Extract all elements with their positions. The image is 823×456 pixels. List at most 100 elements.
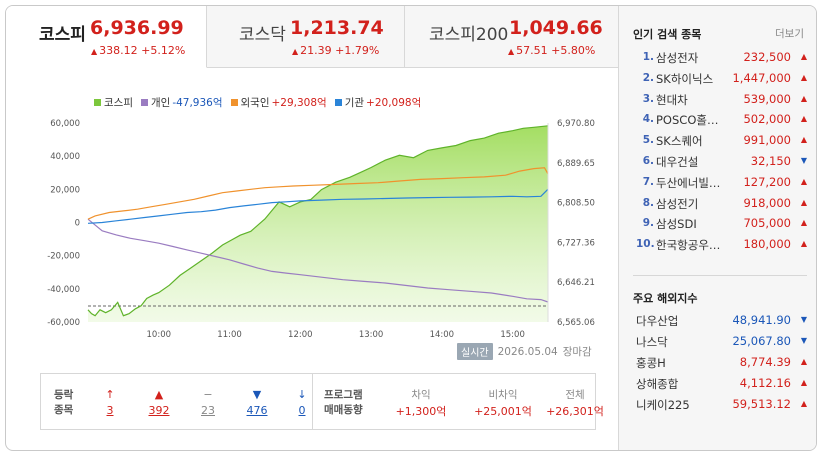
legend-kospi[interactable]: 코스피 [94, 95, 133, 110]
side-panel: 인기 검색 종목 더보기 1. 삼성전자 232,500 ▲ 2. SK하이닉스 1,447… [618, 6, 816, 450]
intl-index-item[interactable]: 니케이225 59,513.12 ▲ [634, 395, 809, 416]
index-price: 25,067.80 [732, 334, 791, 348]
right-axis-tick-label: 6,970.80 [557, 119, 595, 129]
popular-item[interactable]: 6. 대우건설 32,150 ▼ [634, 152, 809, 173]
legend-value: +20,098억 [366, 97, 422, 109]
intl-list: 다우산업 48,941.90 ▼ 나스닥 25,067.80 ▼ 홍콩H 8,774.39 ▲ 상… [634, 311, 809, 416]
program-col-value: +26,301억 [546, 405, 604, 418]
advance-count-link[interactable]: 476 [242, 402, 272, 420]
x-axis-tick-label: 10:00 [147, 330, 172, 340]
program-col-value: +25,001억 [474, 405, 532, 418]
left-axis-tick-label: 40,000 [50, 152, 80, 162]
left-axis-tick-label: -40,000 [47, 285, 80, 295]
tab-change-text: 57.51 +5.80% [516, 44, 596, 57]
stock-price: 1,447,000 [732, 70, 791, 85]
advance-arrow-icon: ▼ [252, 388, 262, 401]
index-tabs: 코스피 6,936.99 ▲ 338.12 +5.12% 코스닥 1,213.74… [6, 6, 618, 68]
stock-name: 삼성전자 [656, 51, 699, 65]
up-triangle-icon: ▲ [800, 114, 807, 124]
legend-foreign[interactable]: 외국인 +29,308억 [230, 95, 327, 110]
x-axis-tick-label: 11:00 [217, 330, 242, 340]
stock-name: 두산에너빌… [656, 175, 721, 190]
advance-arrow-icon: ▲ [154, 388, 164, 401]
rank-number: 8. [642, 196, 654, 209]
rank-number: 3. [642, 92, 654, 105]
left-axis-tick-label: -60,000 [47, 318, 80, 328]
index-name: 홍콩H [636, 356, 666, 370]
right-axis-tick-label: 6,727.36 [557, 238, 595, 248]
legend-value: +29,308억 [271, 97, 327, 109]
popular-item[interactable]: 7. 두산에너빌… 127,200 ▲ [634, 173, 809, 194]
stock-price: 502,000 [743, 112, 791, 127]
tab-name: 코스피200 [429, 25, 509, 45]
intraday-chart[interactable]: 60,000 40,000 20,000 0 -20,000 -40,000 -60,000… [6, 110, 618, 342]
stock-name: 한국항공우… [656, 238, 721, 253]
legend-swatch [334, 99, 342, 106]
right-axis-tick-label: 6,889.65 [557, 159, 595, 169]
advance-col: ▼ 476 [242, 387, 272, 420]
tab-kospi[interactable]: 코스피 6,936.99 ▲ 338.12 +5.12% [6, 6, 207, 68]
advance-count-link[interactable]: 3 [95, 402, 125, 420]
index-price: 8,774.39 [739, 355, 791, 369]
intl-index-item[interactable]: 다우산업 48,941.90 ▼ [634, 311, 809, 332]
intl-index-item[interactable]: 나스닥 25,067.80 ▼ [634, 332, 809, 353]
x-axis-tick-label: 14:00 [430, 330, 455, 340]
advance-col: ▲ 392 [144, 387, 174, 420]
popular-item[interactable]: 9. 삼성SDI 705,000 ▲ [634, 214, 809, 235]
tab-change-text: 338.12 +5.12% [99, 44, 186, 57]
rank-number: 2. [642, 71, 654, 84]
stock-price: 705,000 [743, 216, 791, 231]
popular-item[interactable]: 3. 현대차 539,000 ▲ [634, 90, 809, 111]
popular-item[interactable]: 10. 한국항공우… 180,000 ▲ [634, 235, 809, 256]
live-badge[interactable]: 실시간 [457, 343, 493, 360]
advance-count-link[interactable]: 23 [193, 402, 223, 420]
up-triangle-icon: ▲ [292, 47, 299, 56]
program-label-line1: 프로그램 [324, 389, 363, 401]
stock-name: 현대차 [656, 92, 688, 107]
intl-index-item[interactable]: 상해종합 4,112.16 ▲ [634, 374, 809, 395]
right-axis-tick-label: 6,646.21 [557, 278, 595, 288]
tab-kosdaq[interactable]: 코스닥 1,213.74 ▲ 21.39 +1.79% [207, 6, 405, 68]
legend-swatch [140, 99, 148, 106]
legend-value: -47,936억 [172, 97, 223, 109]
program-col-value: +1,300억 [395, 405, 447, 418]
advance-label: 등락 종목 [54, 388, 73, 418]
rank-number: 6. [642, 154, 654, 167]
legend-swatch [94, 99, 101, 106]
legend-swatch [230, 99, 238, 106]
stock-name: 삼성SDI [656, 217, 697, 232]
tab-kospi200[interactable]: 코스피200 1,049.66 ▲ 57.51 +5.80% [405, 6, 618, 68]
legend-label: 개인 [150, 97, 171, 109]
popular-item[interactable]: 8. 삼성전기 918,000 ▲ [634, 194, 809, 215]
popular-item[interactable]: 4. POSCO홀… 502,000 ▲ [634, 110, 809, 131]
intl-index-item[interactable]: 홍콩H 8,774.39 ▲ [634, 353, 809, 374]
x-axis-tick-label: 15:00 [500, 330, 525, 340]
rank-number: 7. [642, 175, 654, 188]
popular-item[interactable]: 5. SK스퀘어 991,000 ▲ [634, 131, 809, 152]
popular-list: 1. 삼성전자 232,500 ▲ 2. SK하이닉스 1,447,000 ▲ 3. 현대차 539… [634, 48, 809, 256]
index-price: 59,513.12 [732, 397, 791, 411]
legend-individual[interactable]: 개인 -47,936억 [140, 95, 223, 110]
stock-price: 180,000 [743, 237, 791, 252]
legend-institution[interactable]: 기관 +20,098억 [334, 95, 422, 110]
program-label: 프로그램 매매동향 [324, 388, 363, 418]
program-col-head: 차익 [411, 389, 431, 401]
left-axis-tick-label: 20,000 [50, 185, 80, 195]
popular-item[interactable]: 2. SK하이닉스 1,447,000 ▲ [634, 69, 809, 90]
x-axis-tick-label: 12:00 [288, 330, 313, 340]
stock-name: 삼성전기 [656, 196, 699, 211]
stock-price: 991,000 [743, 133, 791, 148]
popular-item[interactable]: 1. 삼성전자 232,500 ▲ [634, 48, 809, 69]
advance-count-link[interactable]: 392 [144, 402, 174, 420]
more-link[interactable]: 더보기 [775, 26, 804, 41]
chart-legend: 코스피 개인 -47,936억 외국인 +29,308억 기관 +20,098억 [94, 95, 421, 110]
right-axis-tick-label: 6,565.06 [557, 318, 595, 328]
stock-price: 127,200 [743, 174, 791, 189]
up-triangle-icon: ▲ [800, 218, 807, 228]
status-date: 2026.05.04 [497, 345, 558, 358]
program-col-nonarbitrage: 비차익 +25,001억 [463, 388, 543, 419]
divider [633, 275, 807, 276]
down-triangle-icon: ▼ [800, 336, 807, 345]
rank-number: 10. [636, 238, 655, 251]
legend-label: 기관 [344, 97, 365, 109]
